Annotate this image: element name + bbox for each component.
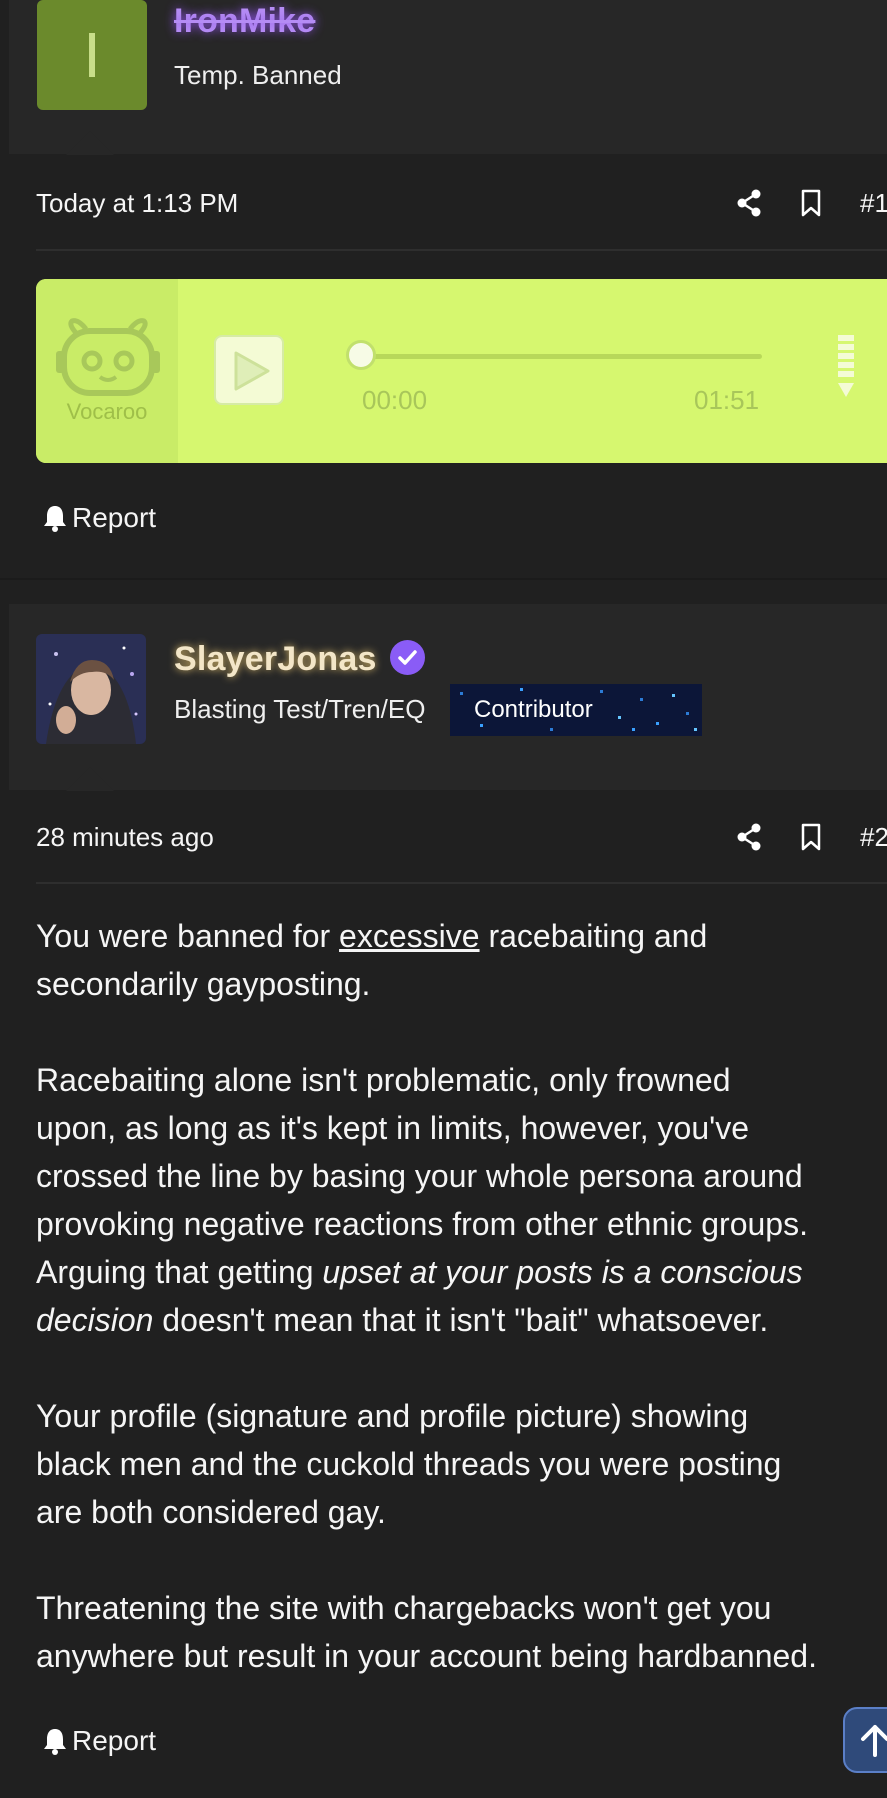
- paragraph-4: Threatening the site with chargebacks wo…: [36, 1584, 886, 1680]
- p1-line2: secondarily gayposting.: [36, 966, 371, 1002]
- post1-user-card: I IronMike Temp. Banned: [9, 0, 887, 154]
- share-icon[interactable]: [734, 188, 764, 218]
- section-divider: [0, 578, 887, 580]
- post1-number[interactable]: #1: [860, 188, 887, 219]
- post2-user-title: Blasting Test/Tren/EQ: [174, 694, 426, 724]
- post2-report-link[interactable]: Report: [42, 1725, 156, 1757]
- vocaroo-logo-text: Vocaroo: [66, 399, 148, 424]
- post1-avatar[interactable]: I: [37, 0, 147, 110]
- progress-track[interactable]: [362, 354, 762, 359]
- post2-arrow: [66, 767, 114, 791]
- post2-user-card: SlayerJonas Blasting Test/Tren/EQ: [9, 604, 887, 790]
- post1-username[interactable]: IronMike: [174, 2, 315, 41]
- bell-icon: [44, 1729, 66, 1755]
- post1-report-label: Report: [72, 502, 157, 533]
- bookmark-icon[interactable]: [796, 822, 826, 852]
- p3-line1: Your profile (signature and profile pict…: [36, 1398, 749, 1434]
- duration: 01:51: [694, 385, 760, 415]
- post1-user-title: Temp. Banned: [174, 60, 342, 90]
- thread-page: I IronMike Temp. Banned Today at 1:13 PM…: [0, 0, 887, 1798]
- p1-text-after: racebaiting and: [479, 918, 708, 954]
- post1-report-link[interactable]: Report: [42, 502, 156, 534]
- post2-divider: [36, 882, 887, 884]
- current-time: 00:00: [362, 385, 428, 415]
- p3-line3: are both considered gay.: [36, 1494, 386, 1530]
- verified-check-icon: [390, 640, 425, 675]
- p2-line5: Arguing that getting: [36, 1254, 323, 1290]
- post2-meta-row: 28 minutes ago #2: [36, 818, 887, 858]
- p4-line2: anywhere but result in your account bein…: [36, 1638, 817, 1674]
- post1-divider: [36, 249, 887, 251]
- post2-timestamp[interactable]: 28 minutes ago: [36, 822, 214, 853]
- vocaroo-logo[interactable]: Vocaroo: [36, 279, 178, 463]
- post2-username[interactable]: SlayerJonas: [174, 640, 377, 679]
- scroll-to-top-button[interactable]: [843, 1707, 887, 1773]
- bell-icon: [44, 506, 66, 532]
- p1-underlined: excessive: [339, 918, 480, 954]
- p2-line6: doesn't mean that it isn't "bait" whatso…: [153, 1302, 769, 1338]
- progress-knob[interactable]: [346, 340, 376, 370]
- p2-line4: provoking negative reactions from other …: [36, 1206, 808, 1242]
- p4-line1: Threatening the site with chargebacks wo…: [36, 1590, 772, 1626]
- bookmark-icon[interactable]: [796, 188, 826, 218]
- post1-arrow: [66, 131, 114, 155]
- p2-line1: Racebaiting alone isn't problematic, onl…: [36, 1062, 731, 1098]
- p2-line5-italic: upset at your posts is a conscious: [322, 1254, 803, 1290]
- p2-line6-italic: decision: [36, 1302, 154, 1338]
- paragraph-3: Your profile (signature and profile pict…: [36, 1392, 886, 1536]
- p1-text: You were banned for: [36, 918, 340, 954]
- arrow-up-icon: [861, 1725, 887, 1757]
- volume-icon[interactable]: [838, 335, 854, 399]
- post2-number[interactable]: #2: [860, 822, 887, 853]
- p2-line2: upon, as long as it's kept in limits, ho…: [36, 1110, 750, 1146]
- post1-timestamp[interactable]: Today at 1:13 PM: [36, 188, 238, 219]
- post1-meta-row: Today at 1:13 PM #1: [36, 184, 887, 224]
- paragraph-1: You were banned for excessive racebaitin…: [36, 912, 886, 1008]
- post2-body: You were banned for excessive racebaitin…: [36, 912, 886, 1728]
- post2-report-label: Report: [72, 1725, 157, 1756]
- play-button[interactable]: [214, 335, 284, 405]
- p2-line3: crossed the line by basing your whole pe…: [36, 1158, 803, 1194]
- contributor-badge: Contributor: [450, 684, 702, 736]
- vocaroo-player: Vocaroo 00:00 01:51: [36, 279, 887, 463]
- badge-label: Contributor: [474, 696, 593, 723]
- share-icon[interactable]: [734, 822, 764, 852]
- play-icon: [234, 351, 270, 391]
- paragraph-2: Racebaiting alone isn't problematic, onl…: [36, 1056, 886, 1344]
- vocaroo-mascot-icon: [56, 318, 160, 396]
- post2-avatar[interactable]: [36, 634, 146, 744]
- profile-photo: [36, 634, 146, 744]
- p3-line2: black men and the cuckold threads you we…: [36, 1446, 782, 1482]
